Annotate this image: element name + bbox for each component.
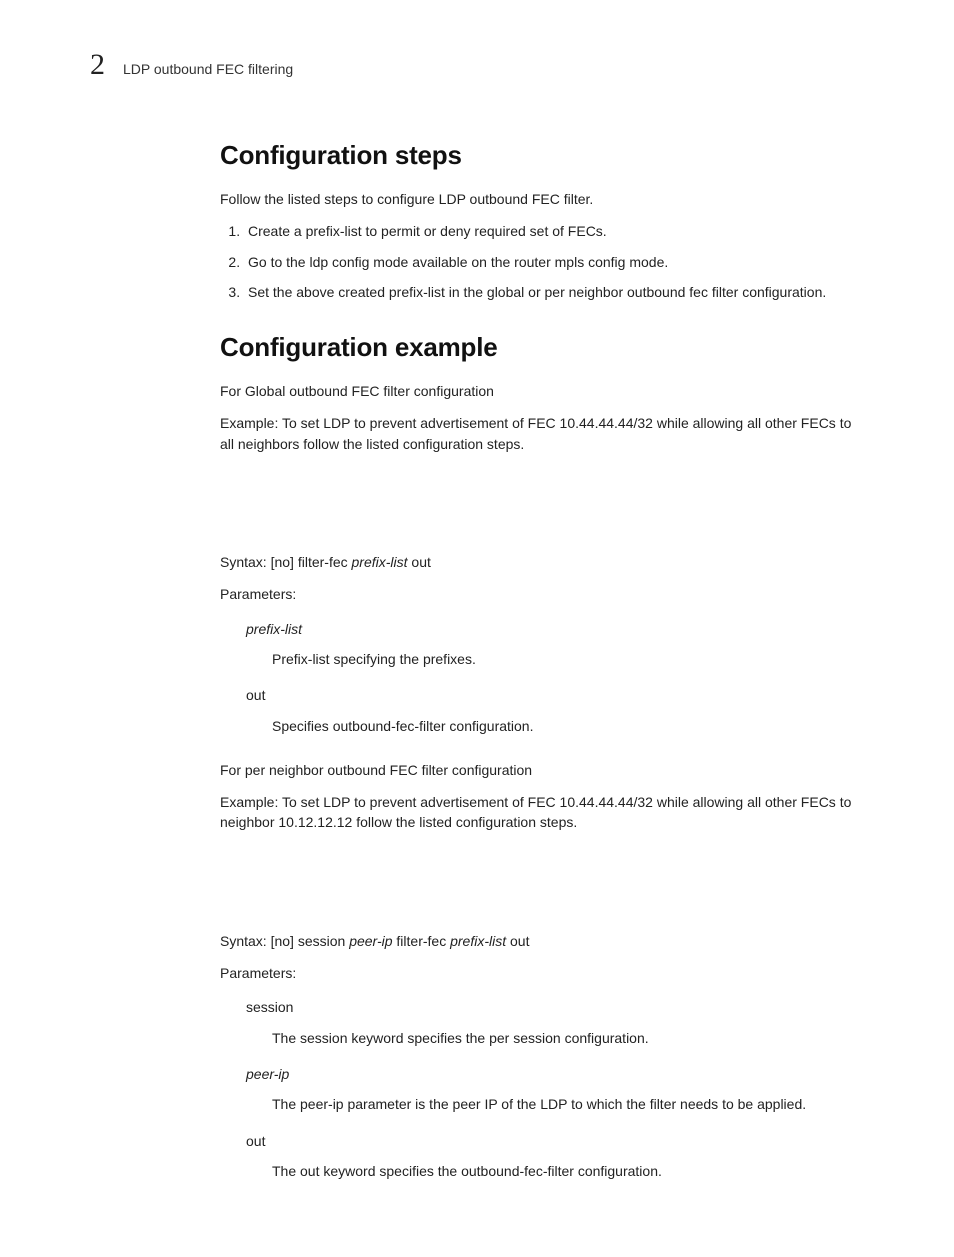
param-desc: Prefix-list specifying the prefixes.: [272, 649, 864, 669]
param-desc: Specifies outbound-fec-filter configurat…: [272, 716, 864, 736]
neighbor-title: For per neighbor outbound FEC filter con…: [220, 760, 864, 780]
heading-configuration-steps: Configuration steps: [220, 140, 864, 171]
body-column: Configuration steps Follow the listed st…: [220, 140, 864, 1181]
param-term: session: [246, 997, 864, 1017]
param-term: out: [246, 685, 864, 705]
running-header: 2 LDP outbound FEC filtering: [90, 50, 864, 80]
syntax-label: Syntax:: [220, 933, 267, 949]
neighbor-parameters-label: Parameters:: [220, 963, 864, 983]
global-syntax-line: Syntax: [no] filter-fec prefix-list out: [220, 552, 864, 572]
step-item: Go to the ldp config mode available on t…: [244, 252, 864, 272]
heading-configuration-example: Configuration example: [220, 332, 864, 363]
code-placeholder: [220, 466, 864, 552]
steps-intro: Follow the listed steps to configure LDP…: [220, 189, 864, 209]
neighbor-example: Example: To set LDP to prevent advertise…: [220, 792, 864, 833]
step-item: Create a prefix-list to permit or deny r…: [244, 221, 864, 241]
param-term: peer-ip: [246, 1064, 864, 1084]
steps-list: Create a prefix-list to permit or deny r…: [220, 221, 864, 302]
chapter-number: 2: [90, 50, 105, 80]
param-desc: The out keyword specifies the outbound-f…: [272, 1161, 864, 1181]
syntax-text: [no] session: [267, 933, 350, 949]
syntax-text: [no] filter-fec: [267, 554, 352, 570]
param-desc: The session keyword specifies the per se…: [272, 1028, 864, 1048]
syntax-label: Syntax:: [220, 554, 267, 570]
code-placeholder: [220, 845, 864, 931]
param-term: out: [246, 1131, 864, 1151]
syntax-text: out: [506, 933, 529, 949]
neighbor-parameters-list: session The session keyword specifies th…: [246, 997, 864, 1181]
neighbor-syntax-line: Syntax: [no] session peer-ip filter-fec …: [220, 931, 864, 951]
param-desc: The peer-ip parameter is the peer IP of …: [272, 1094, 864, 1114]
global-parameters-label: Parameters:: [220, 584, 864, 604]
param-term: prefix-list: [246, 619, 864, 639]
global-parameters-list: prefix-list Prefix-list specifying the p…: [246, 619, 864, 736]
global-example: Example: To set LDP to prevent advertise…: [220, 413, 864, 454]
syntax-text: filter-fec: [393, 933, 451, 949]
chapter-title: LDP outbound FEC filtering: [123, 61, 293, 77]
syntax-variable: peer-ip: [349, 933, 392, 949]
syntax-text: out: [408, 554, 431, 570]
global-title: For Global outbound FEC filter configura…: [220, 381, 864, 401]
syntax-variable: prefix-list: [450, 933, 506, 949]
page-container: 2 LDP outbound FEC filtering Configurati…: [0, 0, 954, 1257]
syntax-variable: prefix-list: [352, 554, 408, 570]
step-item: Set the above created prefix-list in the…: [244, 282, 864, 302]
